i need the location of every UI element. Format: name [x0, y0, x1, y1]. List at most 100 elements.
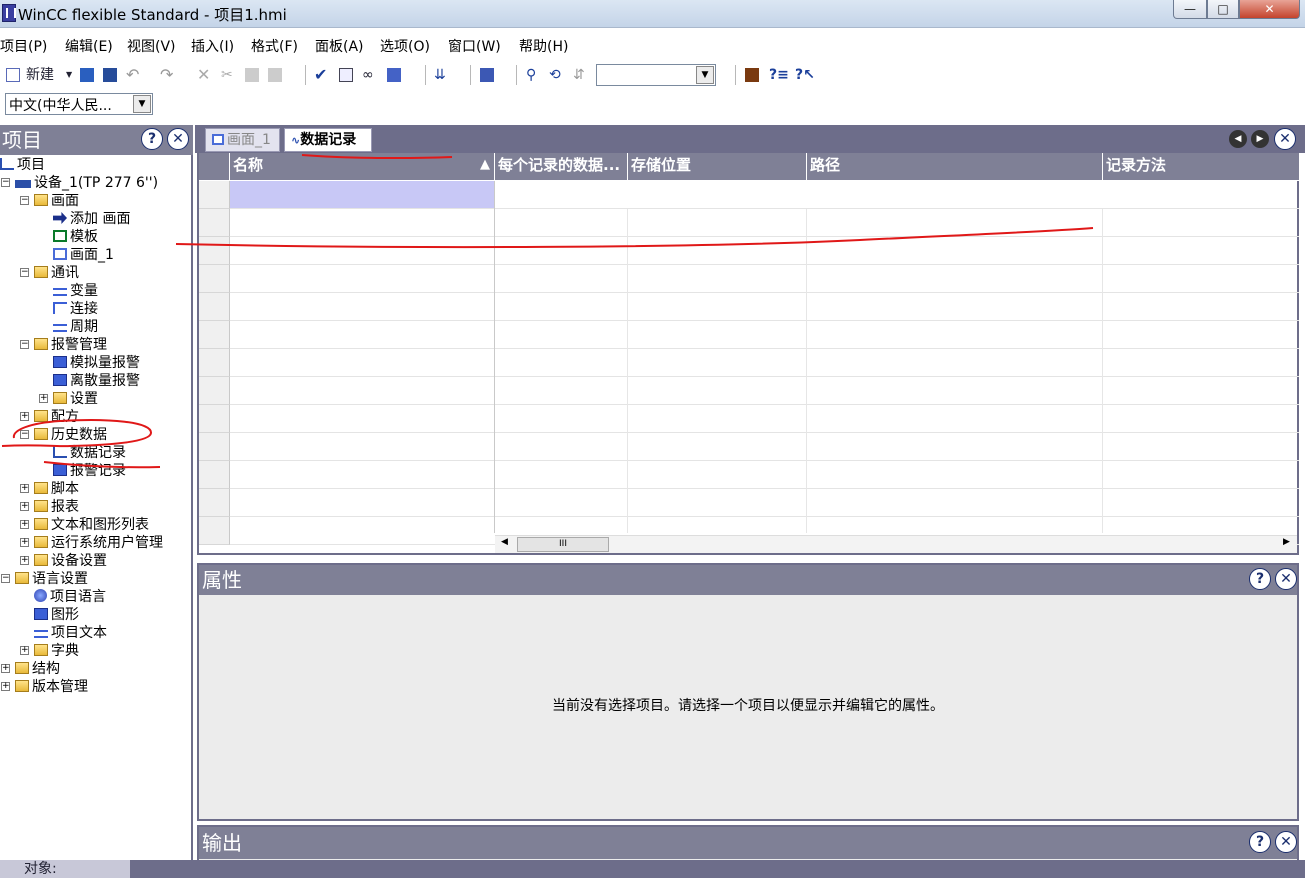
tab-data-log[interactable]: ∿数据记录 [284, 128, 372, 152]
close-panel-icon[interactable]: ✕ [1275, 568, 1297, 590]
menu-panel[interactable]: 面板(A) [315, 36, 364, 56]
column-header-records[interactable]: 每个记录的数据... [495, 153, 628, 181]
pin-help-icon[interactable]: ? [1249, 831, 1271, 853]
table-row[interactable] [199, 405, 1299, 433]
expand-icon[interactable]: + [20, 646, 29, 655]
close-tab-icon[interactable]: ✕ [1274, 128, 1296, 150]
menu-window[interactable]: 窗口(W) [448, 36, 501, 56]
row-header[interactable] [199, 321, 230, 349]
folder-icon [15, 680, 29, 692]
close-panel-icon[interactable]: ✕ [167, 128, 189, 150]
delete-icon[interactable]: ✕ [197, 62, 210, 88]
simulate-icon[interactable]: ∞ [362, 62, 374, 88]
book-icon[interactable] [745, 68, 759, 82]
expand-icon[interactable]: + [1, 664, 10, 673]
close-window-button[interactable]: ✕ [1239, 0, 1300, 19]
expand-icon[interactable]: + [20, 484, 29, 493]
row-header[interactable] [199, 517, 230, 545]
expand-icon[interactable]: + [20, 502, 29, 511]
language-select[interactable]: 中文(中华人民... ▼ [5, 93, 153, 115]
menu-edit[interactable]: 编辑(E) [65, 36, 113, 56]
row-header[interactable] [199, 433, 230, 461]
table-row[interactable] [199, 349, 1299, 377]
goto-icon[interactable]: ⇵ [573, 62, 585, 88]
menu-options[interactable]: 选项(O) [380, 36, 430, 56]
selected-cell[interactable] [230, 181, 494, 208]
menu-help[interactable]: 帮助(H) [519, 36, 568, 56]
replace-icon[interactable]: ⟲ [549, 62, 561, 88]
table-row[interactable] [199, 209, 1299, 237]
objects-icon[interactable] [480, 68, 494, 82]
compile-icon[interactable] [339, 68, 353, 82]
scroll-right-icon[interactable]: ▶ [1283, 537, 1290, 547]
collapse-icon[interactable]: − [20, 196, 29, 205]
column-header-path[interactable]: 路径 [807, 153, 1103, 181]
table-row[interactable] [199, 321, 1299, 349]
menu-view[interactable]: 视图(V) [127, 36, 176, 56]
download-icon[interactable]: ⇊ [434, 62, 446, 88]
save-icon[interactable] [103, 68, 117, 82]
minimize-button[interactable]: — [1173, 0, 1207, 19]
check-icon[interactable]: ✔ [314, 62, 327, 88]
menu-insert[interactable]: 插入(I) [191, 36, 234, 56]
table-row[interactable] [199, 489, 1299, 517]
row-header[interactable] [199, 405, 230, 433]
combo-arrow-icon[interactable]: ▼ [696, 66, 714, 84]
row-header[interactable] [199, 461, 230, 489]
open-folder-icon[interactable] [80, 68, 94, 82]
row-header[interactable] [199, 265, 230, 293]
table-row[interactable] [199, 377, 1299, 405]
table-row[interactable] [199, 433, 1299, 461]
context-help-icon[interactable]: ?↖ [795, 62, 815, 88]
paste-icon[interactable] [268, 68, 282, 82]
collapse-icon[interactable]: − [20, 430, 29, 439]
row-header[interactable] [199, 181, 230, 209]
cut-icon[interactable]: ✂ [221, 62, 233, 88]
help-icon[interactable]: ?≡ [769, 62, 789, 88]
undo-icon[interactable]: ↶ [126, 62, 139, 88]
expand-icon[interactable]: + [20, 412, 29, 421]
column-header-storage[interactable]: 存储位置 [628, 153, 807, 181]
collapse-icon[interactable]: − [20, 268, 29, 277]
expand-icon[interactable]: + [20, 520, 29, 529]
maximize-button[interactable]: □ [1207, 0, 1239, 19]
table-row[interactable] [199, 265, 1299, 293]
menu-format[interactable]: 格式(F) [251, 36, 298, 56]
scroll-thumb[interactable]: III [517, 537, 609, 552]
table-row[interactable] [199, 293, 1299, 321]
tab-prev-icon[interactable]: ◀ [1229, 130, 1247, 148]
collapse-icon[interactable]: − [1, 574, 10, 583]
combo-arrow-icon[interactable]: ▼ [133, 95, 151, 113]
expand-icon[interactable]: + [20, 538, 29, 547]
collapse-icon[interactable]: − [1, 178, 10, 187]
expand-icon[interactable]: + [39, 394, 48, 403]
scroll-left-icon[interactable]: ◀ [501, 537, 508, 547]
row-header[interactable] [199, 489, 230, 517]
transfer-icon[interactable] [387, 68, 401, 82]
row-header[interactable] [199, 349, 230, 377]
row-header[interactable] [199, 237, 230, 265]
menu-project[interactable]: 项目(P) [0, 36, 47, 56]
row-header[interactable] [199, 377, 230, 405]
row-header[interactable] [199, 209, 230, 237]
close-panel-icon[interactable]: ✕ [1275, 831, 1297, 853]
collapse-icon[interactable]: − [20, 340, 29, 349]
copy-icon[interactable] [245, 68, 259, 82]
expand-icon[interactable]: + [20, 556, 29, 565]
table-row[interactable] [199, 461, 1299, 489]
redo-icon[interactable]: ↷ [160, 62, 173, 88]
find-icon[interactable]: ⚲ [526, 62, 536, 88]
column-header-name[interactable]: 名称 ▲ [230, 153, 495, 181]
column-header-log-method[interactable]: 记录方法 [1103, 153, 1299, 181]
horizontal-scrollbar[interactable]: ◀ III ▶ [495, 535, 1297, 553]
expand-icon[interactable]: + [1, 682, 10, 691]
row-header[interactable] [199, 293, 230, 321]
tab-screen-1[interactable]: 画面_1 [205, 128, 280, 152]
new-button[interactable]: 新建 ▼ [6, 62, 76, 88]
zoom-combo[interactable]: ▼ [596, 64, 716, 86]
pin-help-icon[interactable]: ? [141, 128, 163, 150]
dropdown-arrow-icon: ▼ [66, 70, 73, 79]
table-row[interactable] [199, 237, 1299, 265]
tab-next-icon[interactable]: ▶ [1251, 130, 1269, 148]
pin-help-icon[interactable]: ? [1249, 568, 1271, 590]
